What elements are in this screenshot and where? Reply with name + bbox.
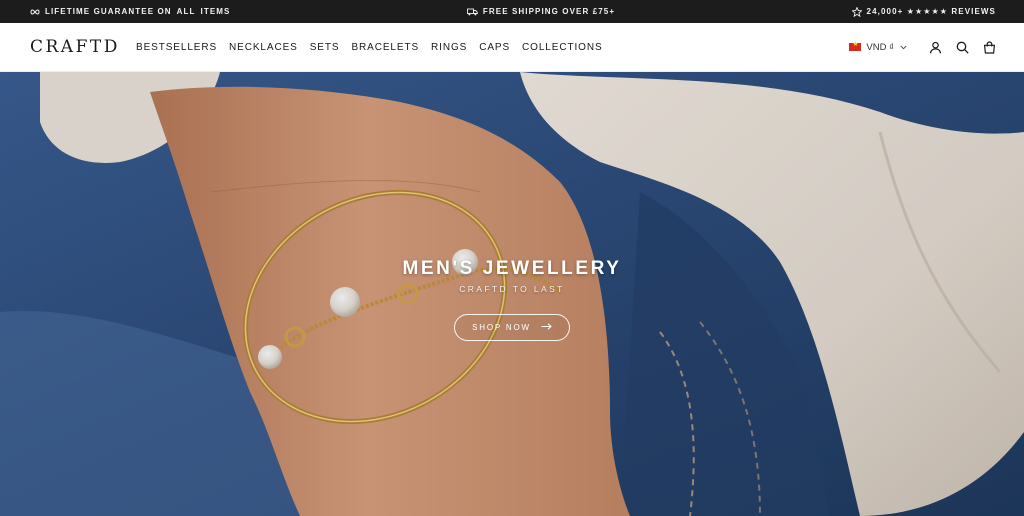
site-header: CRAFTD BESTSELLERS NECKLACES SETS BRACEL…: [0, 23, 1024, 72]
logo[interactable]: CRAFTD: [30, 37, 126, 57]
lifetime-prefix: LIFETIME GUARANTEE ON: [45, 7, 172, 16]
shop-now-button[interactable]: SHOP NOW: [454, 314, 570, 341]
account-icon[interactable]: [929, 41, 942, 54]
header-actions: VND ₫: [849, 40, 996, 54]
shipping-text: FREE SHIPPING OVER £75+: [482, 7, 616, 16]
announcement-reviews[interactable]: 24,000+ ★★★★★ REVIEWS: [851, 6, 996, 17]
main-nav: BESTSELLERS NECKLACES SETS BRACELETS RIN…: [136, 42, 603, 53]
lifetime-bold: ALL: [176, 7, 196, 16]
arrow-right-icon: [541, 323, 552, 332]
cart-icon[interactable]: [983, 40, 996, 54]
hero-title: MEN'S JEWELLERY: [402, 258, 622, 279]
hero-content: MEN'S JEWELLERY CRAFTD TO LAST SHOP NOW: [0, 72, 1024, 516]
announcement-bar: LIFETIME GUARANTEE ON ALL ITEMS FREE SHI…: [0, 0, 1024, 23]
nav-necklaces[interactable]: NECKLACES: [229, 42, 298, 53]
shop-now-label: SHOP NOW: [472, 323, 531, 332]
star-badge-icon: [851, 6, 862, 17]
announcement-shipping: FREE SHIPPING OVER £75+: [466, 7, 616, 16]
nav-bestsellers[interactable]: BESTSELLERS: [136, 42, 217, 53]
currency-selector[interactable]: VND ₫: [849, 40, 907, 53]
nav-rings[interactable]: RINGS: [431, 42, 467, 53]
currency-label: VND ₫: [866, 41, 894, 53]
lifetime-suffix: ITEMS: [200, 7, 231, 16]
reviews-text: 24,000+ ★★★★★ REVIEWS: [866, 7, 996, 16]
hero-banner[interactable]: MEN'S JEWELLERY CRAFTD TO LAST SHOP NOW: [0, 72, 1024, 516]
chevron-down-icon: [899, 43, 907, 51]
infinity-icon: [30, 8, 40, 15]
search-icon[interactable]: [956, 41, 969, 54]
nav-sets[interactable]: SETS: [310, 42, 340, 53]
nav-collections[interactable]: COLLECTIONS: [522, 42, 602, 53]
nav-caps[interactable]: CAPS: [479, 42, 510, 53]
truck-icon: [466, 8, 478, 16]
announcement-lifetime: LIFETIME GUARANTEE ON ALL ITEMS: [30, 7, 230, 16]
hero-subtitle: CRAFTD TO LAST: [459, 284, 565, 294]
nav-bracelets[interactable]: BRACELETS: [351, 42, 419, 53]
flag-vn-icon: [849, 40, 862, 51]
